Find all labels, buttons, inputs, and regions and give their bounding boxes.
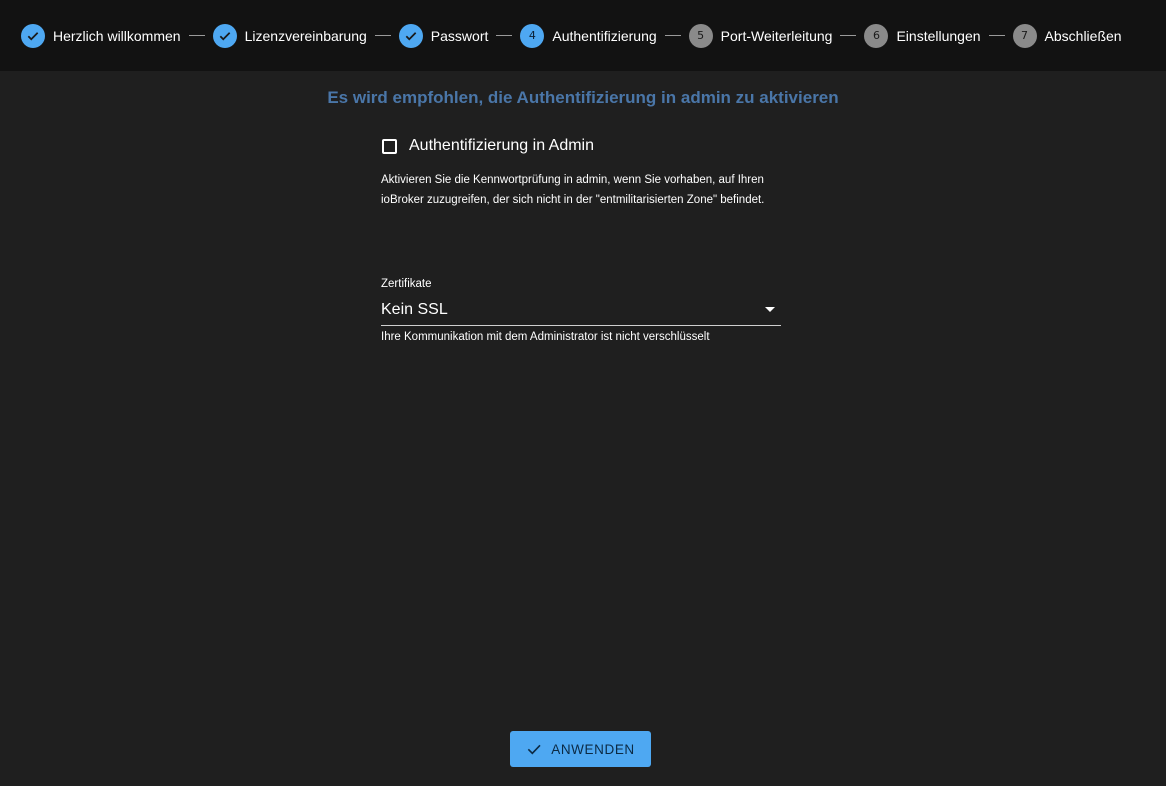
certificates-selected-value[interactable]: Kein SSL (381, 301, 448, 319)
step-welcome: Herzlich willkommen (21, 23, 181, 48)
step-license: Lizenzvereinbarung (212, 23, 367, 48)
step-label: Authentifizierung (552, 27, 657, 44)
apply-button[interactable]: ANWENDEN (510, 731, 651, 767)
step-connector (496, 35, 513, 36)
step-number-badge: 7 (1012, 23, 1037, 48)
check-icon (212, 23, 237, 48)
apply-button-label[interactable]: ANWENDEN (551, 742, 635, 757)
certificates-select[interactable]: Kein SSL (381, 294, 781, 326)
auth-section: Authentifizierung in Admin Aktivieren Si… (381, 134, 781, 210)
step-label: Einstellungen (896, 27, 981, 44)
step-label: Port-Weiterleitung (720, 27, 833, 44)
setup-stepper: Herzlich willkommen Lizenzvereinbarung P… (0, 0, 1166, 71)
step-number-badge: 6 (864, 23, 889, 48)
step-settings: 6 Einstellungen (864, 23, 981, 48)
step-label: Herzlich willkommen (53, 27, 181, 44)
page-heading: Es wird empfohlen, die Authentifizierung… (327, 88, 839, 107)
step-connector (664, 35, 681, 36)
check-icon (398, 23, 423, 48)
step-authentication: 4 Authentifizierung (520, 23, 657, 48)
certificates-select-block: Zertifikate Kein SSL Ihre Kommunikation … (381, 278, 781, 343)
step-finish: 7 Abschließen (1012, 23, 1122, 48)
auth-checkbox-label[interactable]: Authentifizierung in Admin (409, 137, 594, 155)
step-number-badge: 5 (688, 23, 713, 48)
checkbox-icon[interactable] (382, 138, 397, 154)
step-label: Abschließen (1044, 27, 1122, 44)
step-connector (840, 35, 857, 36)
auth-checkbox[interactable]: Authentifizierung in Admin (381, 134, 781, 158)
step-label: Passwort (430, 27, 489, 44)
auth-help-text: Aktivieren Sie die Kennwortprüfung in ad… (381, 174, 765, 206)
check-icon (526, 741, 542, 757)
certificates-helper-text: Ihre Kommunikation mit dem Administrator… (381, 331, 710, 343)
step-label: Lizenzvereinbarung (244, 27, 367, 44)
dropdown-arrow-icon[interactable] (765, 307, 775, 312)
step-connector (188, 35, 205, 36)
step-connector (374, 35, 391, 36)
step-port-forwarding: 5 Port-Weiterleitung (688, 23, 833, 48)
check-icon (21, 23, 45, 48)
step-number-badge: 4 (520, 23, 545, 48)
certificates-label: Zertifikate (381, 278, 432, 290)
step-connector (988, 35, 1005, 36)
step-password: Passwort (398, 23, 489, 48)
